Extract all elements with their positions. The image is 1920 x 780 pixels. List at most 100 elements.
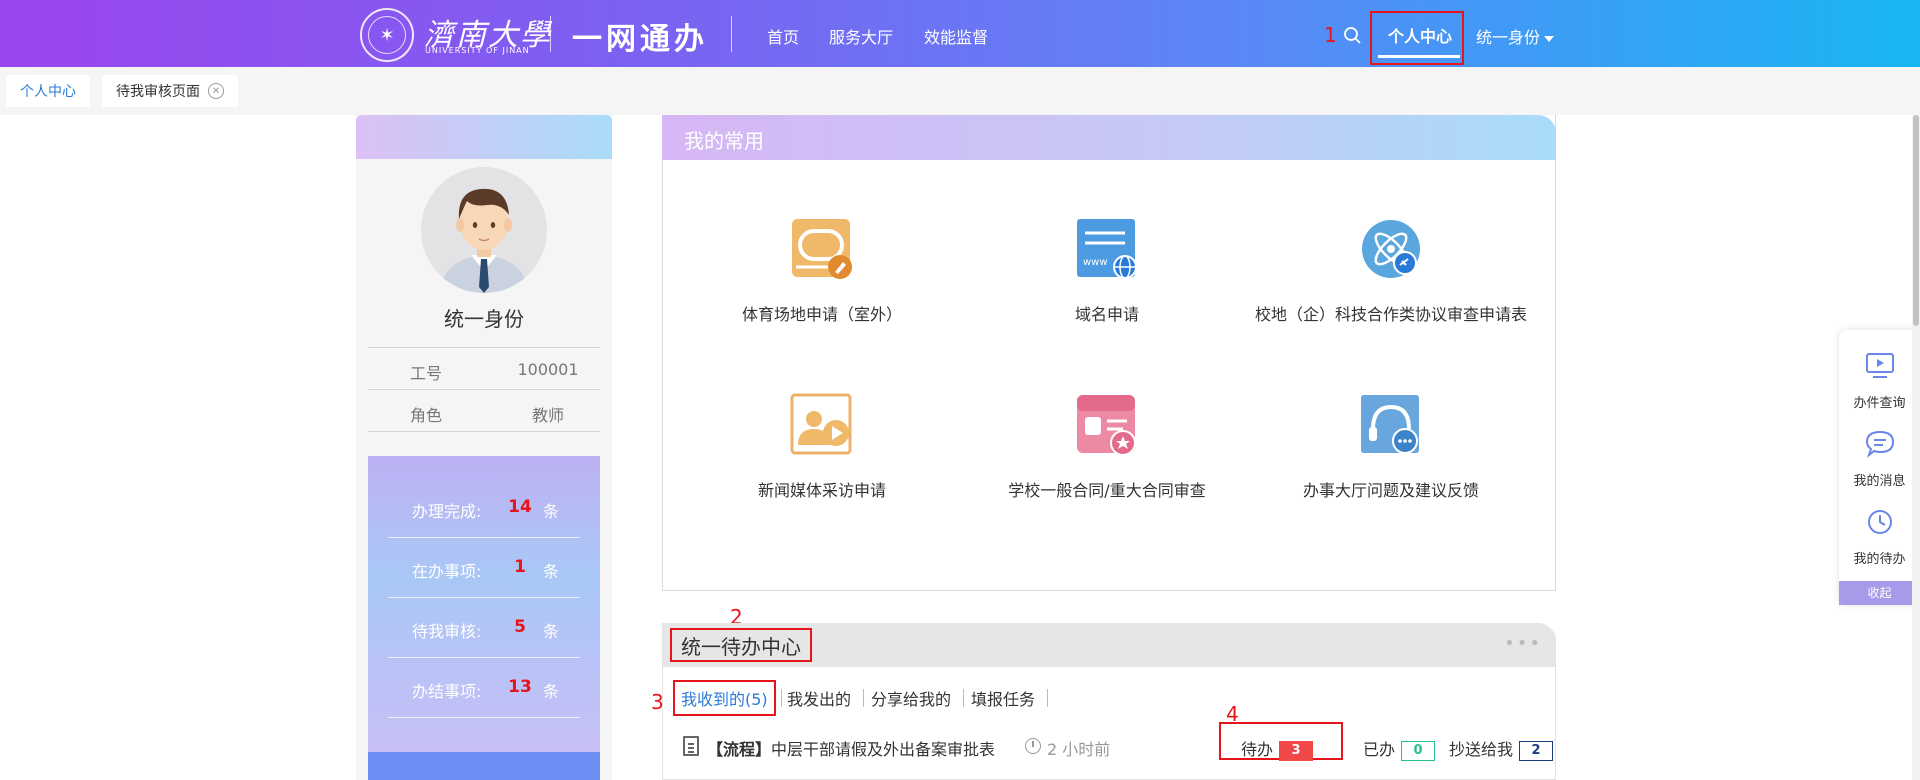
stat-unit: 条 bbox=[543, 682, 560, 701]
more-icon[interactable]: ••• bbox=[1504, 633, 1542, 654]
monitor-play-icon bbox=[1865, 353, 1894, 378]
service-name: 学校一般合同/重大合同审查 bbox=[1008, 481, 1206, 500]
close-icon[interactable]: ✕ bbox=[208, 83, 224, 99]
done-badge: 0 bbox=[1401, 741, 1436, 761]
float-item-todo[interactable]: 我的待办 bbox=[1839, 508, 1920, 567]
tab-received[interactable]: 我收到的(5) bbox=[673, 680, 776, 716]
nav-home[interactable]: 首页 bbox=[767, 24, 799, 48]
float-item-case-query[interactable]: 办件查询 bbox=[1839, 352, 1920, 411]
floating-sidebar: 办件查询 我的消息 我的待办 收起 bbox=[1839, 330, 1920, 605]
stat-count: 1 bbox=[514, 557, 526, 577]
nav-personal-center[interactable]: 个人中心 bbox=[1388, 23, 1452, 47]
favorites-header: 我的常用 bbox=[662, 115, 1556, 160]
nav-efficiency-supervision[interactable]: 效能监督 bbox=[924, 24, 988, 48]
tab-shared-with-me[interactable]: 分享给我的 bbox=[871, 680, 951, 716]
service-hall-feedback[interactable]: 办事大厅问题及建议反馈 bbox=[1251, 393, 1531, 501]
favorites-title: 我的常用 bbox=[684, 129, 764, 153]
stat-count: 14 bbox=[508, 497, 532, 517]
field-value: 教师 bbox=[531, 406, 564, 425]
svg-text:www: www bbox=[1083, 257, 1108, 268]
contract-icon bbox=[1075, 393, 1139, 457]
stats-panel: 办理完成: 14 条 在办事项: 1 条 待我审核: 5 条 办结事项: 13 … bbox=[368, 456, 600, 760]
service-name: 办事大厅问题及建议反馈 bbox=[1302, 481, 1479, 500]
service-media-interview[interactable]: 新闻媒体采访申请 bbox=[682, 393, 962, 501]
clock-icon bbox=[1867, 510, 1892, 534]
stat-unit: 条 bbox=[543, 502, 560, 521]
profile-header-bar bbox=[356, 115, 612, 159]
stat-finished[interactable]: 办结事项: 13 条 bbox=[388, 658, 580, 718]
todo-item-time: 2 小时前 bbox=[1047, 740, 1111, 759]
pending-count[interactable]: 待办 3 bbox=[1241, 736, 1314, 761]
float-item-messages[interactable]: 我的消息 bbox=[1839, 430, 1920, 489]
tab-separator bbox=[863, 689, 864, 707]
tab-separator bbox=[781, 689, 782, 707]
university-seal-icon: ✶ bbox=[360, 8, 414, 62]
profile-name: 统一身份 bbox=[444, 307, 524, 331]
done-label: 已办 bbox=[1363, 740, 1396, 759]
caret-down-icon bbox=[1544, 35, 1555, 42]
tab-separator bbox=[963, 689, 964, 707]
cc-badge: 2 bbox=[1519, 741, 1554, 761]
profile-bottom-bar bbox=[368, 752, 600, 780]
service-stadium-application[interactable]: 体育场地申请（室外） bbox=[682, 217, 962, 325]
stat-completed[interactable]: 办理完成: 14 条 bbox=[388, 478, 580, 538]
clock-icon bbox=[1025, 738, 1041, 754]
todo-row[interactable]: 【流程】中层干部请假及外出备案审批表 2 小时前 待办 3 已办 0 抄送给我 2 bbox=[683, 722, 1554, 764]
nav-service-hall[interactable]: 服务大厅 bbox=[829, 24, 893, 48]
tab-strip: 个人中心 待我审核页面 ✕ bbox=[0, 67, 1920, 115]
tab-separator bbox=[1047, 689, 1048, 707]
search-icon[interactable] bbox=[1343, 26, 1361, 44]
todo-center-panel: 统一待办中心 ••• 3 我收到的(5) 我发出的 分享给我的 填报任务 4 【… bbox=[651, 623, 1556, 780]
todo-item-tag: 【流程】 bbox=[707, 740, 772, 759]
header-divider bbox=[731, 16, 732, 52]
todo-header: 统一待办中心 ••• bbox=[662, 623, 1556, 667]
divider bbox=[368, 389, 600, 390]
tab-pending-review[interactable]: 待我审核页面 ✕ bbox=[102, 75, 238, 107]
stadium-icon bbox=[790, 217, 854, 281]
logo-text-en: UNIVERSITY OF JINAN bbox=[425, 46, 530, 55]
top-header: ✶ 濟南大學 UNIVERSITY OF JINAN 一网通办 首页 服务大厅 … bbox=[0, 0, 1920, 67]
service-contract-review[interactable]: 学校一般合同/重大合同审查 bbox=[967, 393, 1247, 501]
annotation-number: 3 bbox=[651, 690, 664, 714]
document-icon bbox=[683, 736, 699, 756]
todo-item-title: 【流程】中层干部请假及外出备案审批表 bbox=[707, 736, 995, 760]
service-tech-cooperation-review[interactable]: 校地（企）科技合作类协议审查申请表 bbox=[1251, 217, 1531, 325]
domain-icon: www bbox=[1075, 217, 1139, 281]
todo-item-name: 中层干部请假及外出备案审批表 bbox=[771, 740, 996, 759]
collapse-button[interactable]: 收起 bbox=[1839, 581, 1920, 605]
atom-link-icon bbox=[1359, 217, 1423, 281]
stat-in-progress[interactable]: 在办事项: 1 条 bbox=[388, 538, 580, 598]
brand-title: 一网通办 bbox=[572, 22, 708, 57]
stat-label: 待我审核: bbox=[412, 622, 482, 641]
scrollbar-thumb[interactable] bbox=[1913, 115, 1919, 326]
stat-unit: 条 bbox=[543, 562, 560, 581]
service-name: 域名申请 bbox=[1074, 305, 1139, 324]
stat-unit: 条 bbox=[543, 622, 560, 641]
stat-pending-review[interactable]: 待我审核: 5 条 bbox=[388, 598, 580, 658]
tab-label: 个人中心 bbox=[20, 84, 76, 100]
service-name: 新闻媒体采访申请 bbox=[757, 481, 886, 500]
pending-badge: 3 bbox=[1279, 741, 1314, 761]
profile-card: 统一身份 工号 100001 角色 教师 办理完成: 14 条 在办事项: 1 … bbox=[356, 115, 612, 780]
float-item-label: 办件查询 bbox=[1853, 396, 1906, 411]
active-nav-underline bbox=[1378, 55, 1460, 58]
message-icon bbox=[1865, 430, 1894, 458]
stat-label: 办结事项: bbox=[412, 682, 482, 701]
tab-sent[interactable]: 我发出的 bbox=[787, 680, 851, 716]
stat-count: 13 bbox=[508, 677, 532, 697]
page-scrollbar[interactable] bbox=[1912, 115, 1920, 780]
annotation-number: 1 bbox=[1324, 23, 1337, 47]
tab-fill-tasks[interactable]: 填报任务 bbox=[971, 680, 1035, 716]
tab-personal-center[interactable]: 个人中心 bbox=[6, 75, 90, 107]
service-name: 体育场地申请（室外） bbox=[741, 305, 902, 324]
field-value: 100001 bbox=[517, 360, 579, 379]
cc-label: 抄送给我 bbox=[1449, 740, 1514, 759]
divider bbox=[368, 347, 600, 348]
done-count[interactable]: 已办 0 bbox=[1363, 736, 1436, 761]
stat-label: 办理完成: bbox=[412, 502, 482, 521]
media-icon bbox=[790, 393, 854, 457]
float-item-label: 我的消息 bbox=[1853, 474, 1906, 489]
cc-count[interactable]: 抄送给我 2 bbox=[1449, 736, 1554, 761]
identity-dropdown[interactable]: 统一身份 bbox=[1476, 24, 1555, 48]
service-domain-application[interactable]: www 域名申请 bbox=[967, 217, 1247, 325]
